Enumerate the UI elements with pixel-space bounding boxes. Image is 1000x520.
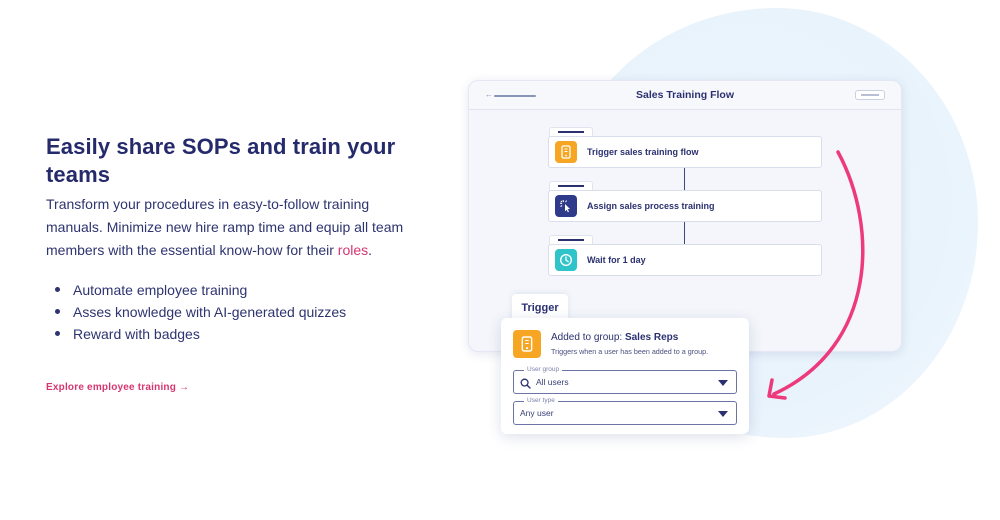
user-type-legend: User type	[524, 396, 558, 406]
step-connector	[684, 168, 685, 190]
step-label: Wait for 1 day	[587, 255, 646, 265]
search-icon	[520, 376, 531, 394]
hero-headline: Easily share SOPs and train your teams	[46, 134, 396, 187]
cursor-click-icon	[555, 195, 577, 217]
user-group-select[interactable]: User group All users	[513, 365, 737, 394]
step-label: Trigger sales training flow	[587, 147, 699, 157]
clock-icon	[555, 249, 577, 271]
user-type-value: Any user	[520, 408, 554, 418]
explore-employee-training-link[interactable]: Explore employee training →	[46, 382, 189, 393]
step-connector	[684, 222, 685, 244]
trigger-subtitle: Triggers when a user has been added to a…	[551, 347, 709, 356]
hero-description: Transform your procedures in easy-to-fol…	[46, 193, 406, 262]
trigger-title: Added to group: Sales Reps	[551, 332, 678, 343]
user-group-legend: User group	[524, 365, 563, 375]
chevron-down-icon	[718, 411, 728, 417]
feature-item: Automate employee training	[46, 279, 406, 301]
step-label: Assign sales process training	[587, 201, 715, 211]
window-control-button[interactable]	[855, 90, 885, 100]
flow-window-titlebar: ← Sales Training Flow	[469, 81, 901, 110]
trigger-panel: Added to group: Sales Reps Triggers when…	[501, 318, 749, 434]
phone-icon	[555, 141, 577, 163]
trigger-title-prefix: Added to group:	[551, 332, 625, 343]
chevron-down-icon	[718, 380, 728, 386]
feature-list: Automate employee training Asses knowled…	[46, 279, 406, 345]
user-type-select[interactable]: User type Any user	[513, 396, 737, 425]
hero-description-end: .	[368, 242, 373, 258]
curved-arrow-icon	[767, 150, 865, 400]
feature-item: Asses knowledge with AI-generated quizze…	[46, 301, 406, 323]
flow-window-title: Sales Training Flow	[635, 89, 735, 101]
trigger-group-name: Sales Reps	[624, 332, 679, 343]
hero-copy: Easily share SOPs and train your teams T…	[46, 133, 406, 345]
user-group-value: All users	[536, 377, 569, 387]
hero-description-accent: roles	[337, 242, 369, 258]
feature-item: Reward with badges	[46, 323, 406, 345]
phone-icon	[513, 330, 541, 358]
